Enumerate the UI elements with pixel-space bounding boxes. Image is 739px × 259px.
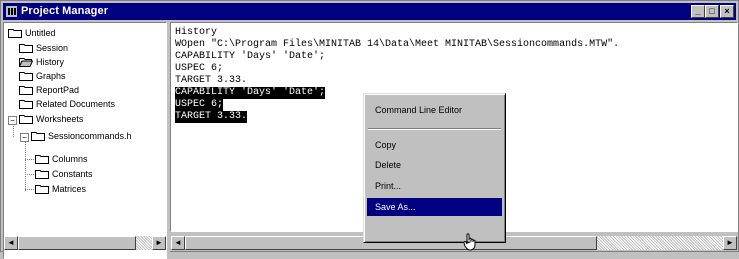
tree-item-session[interactable]: Session (19, 42, 68, 54)
menu-item-copy[interactable]: Copy (367, 136, 502, 154)
tree-item-sessioncommands[interactable]: Sessioncommands.h (31, 130, 132, 142)
tree-line (25, 189, 34, 190)
history-line[interactable]: WOpen "C:\Program Files\MINITAB 14\Data\… (175, 39, 619, 51)
menu-item-save-as[interactable]: Save As... (367, 198, 502, 216)
tree-item-label: Matrices (52, 184, 87, 194)
close-button[interactable]: × (720, 5, 734, 18)
tree-item-label: Session (36, 43, 69, 53)
tree-item-label: ReportPad (36, 85, 80, 95)
scroll-right-button[interactable]: ► (152, 236, 166, 250)
tree-item-label: Worksheets (36, 114, 84, 124)
tree-line (25, 159, 34, 160)
folder-icon (19, 85, 33, 95)
folder-icon (19, 99, 33, 109)
history-heading: History (175, 27, 218, 38)
scroll-left-button[interactable]: ◄ (171, 236, 185, 250)
title-bar[interactable]: Project Manager _ □ × (3, 3, 736, 20)
tree-item-untitled[interactable]: Untitled (8, 27, 56, 39)
tree-item-reportpad[interactable]: ReportPad (19, 84, 79, 96)
tree-item-columns[interactable]: Columns (35, 153, 88, 165)
tree-item-label: Untitled (25, 28, 56, 38)
history-line-selected[interactable]: TARGET 3.33. (175, 111, 248, 123)
scroll-right-button[interactable]: ► (723, 236, 737, 250)
tree-horizontal-scrollbar[interactable]: ◄ ► (4, 236, 166, 250)
maximize-button[interactable]: □ (705, 5, 719, 18)
folder-icon (31, 131, 45, 141)
folder-open-icon (19, 57, 33, 67)
tree-item-worksheets[interactable]: Worksheets (19, 113, 83, 125)
scroll-left-button[interactable]: ◄ (4, 236, 18, 250)
collapse-sessioncommands-icon[interactable]: − (20, 133, 29, 142)
menu-item-delete[interactable]: Delete (367, 156, 502, 174)
history-line[interactable]: TARGET 3.33. (175, 75, 247, 87)
tree-line (25, 141, 26, 191)
project-manager-window: Project Manager _ □ × Untitled Session H… (0, 0, 739, 259)
folder-icon (35, 184, 49, 194)
window-title: Project Manager (21, 5, 109, 17)
project-manager-icon (6, 6, 17, 17)
tree-item-label: Related Documents (36, 99, 116, 109)
tree-item-matrices[interactable]: Matrices (35, 183, 86, 195)
menu-separator (368, 128, 501, 130)
tree-line (25, 174, 34, 175)
tree-item-graphs[interactable]: Graphs (19, 70, 66, 82)
folder-icon (35, 154, 49, 164)
history-line-selected[interactable]: USPEC 6; (175, 99, 224, 111)
context-menu: Command Line Editor Copy Delete Print...… (363, 93, 506, 243)
menu-item-command-line-editor[interactable]: Command Line Editor (367, 101, 502, 119)
mouse-pointer-icon (463, 233, 476, 251)
minimize-button[interactable]: _ (691, 5, 705, 18)
folder-icon (35, 169, 49, 179)
folder-icon (19, 114, 33, 124)
history-line[interactable]: USPEC 6; (175, 63, 223, 75)
menu-item-print[interactable]: Print... (367, 177, 502, 195)
tree-item-related-documents[interactable]: Related Documents (19, 98, 115, 110)
tree-item-history[interactable]: History (19, 56, 64, 68)
folder-icon (19, 71, 33, 81)
history-line[interactable]: CAPABILITY 'Days' 'Date'; (175, 51, 325, 63)
project-tree[interactable]: Untitled Session History Graphs ReportPa… (3, 22, 167, 259)
tree-item-label: Graphs (36, 71, 66, 81)
scroll-thumb[interactable] (18, 236, 136, 250)
tree-item-label: Columns (52, 154, 88, 164)
folder-icon (8, 28, 22, 38)
tree-item-label: Sessioncommands.h (48, 131, 132, 141)
tree-item-label: History (36, 57, 65, 67)
tree-item-constants[interactable]: Constants (35, 168, 93, 180)
folder-icon (19, 43, 33, 53)
tree-line (13, 126, 14, 137)
tree-item-label: Constants (52, 169, 93, 179)
history-line-selected[interactable]: CAPABILITY 'Days' 'Date'; (175, 87, 326, 99)
collapse-worksheets-icon[interactable]: − (8, 116, 17, 125)
